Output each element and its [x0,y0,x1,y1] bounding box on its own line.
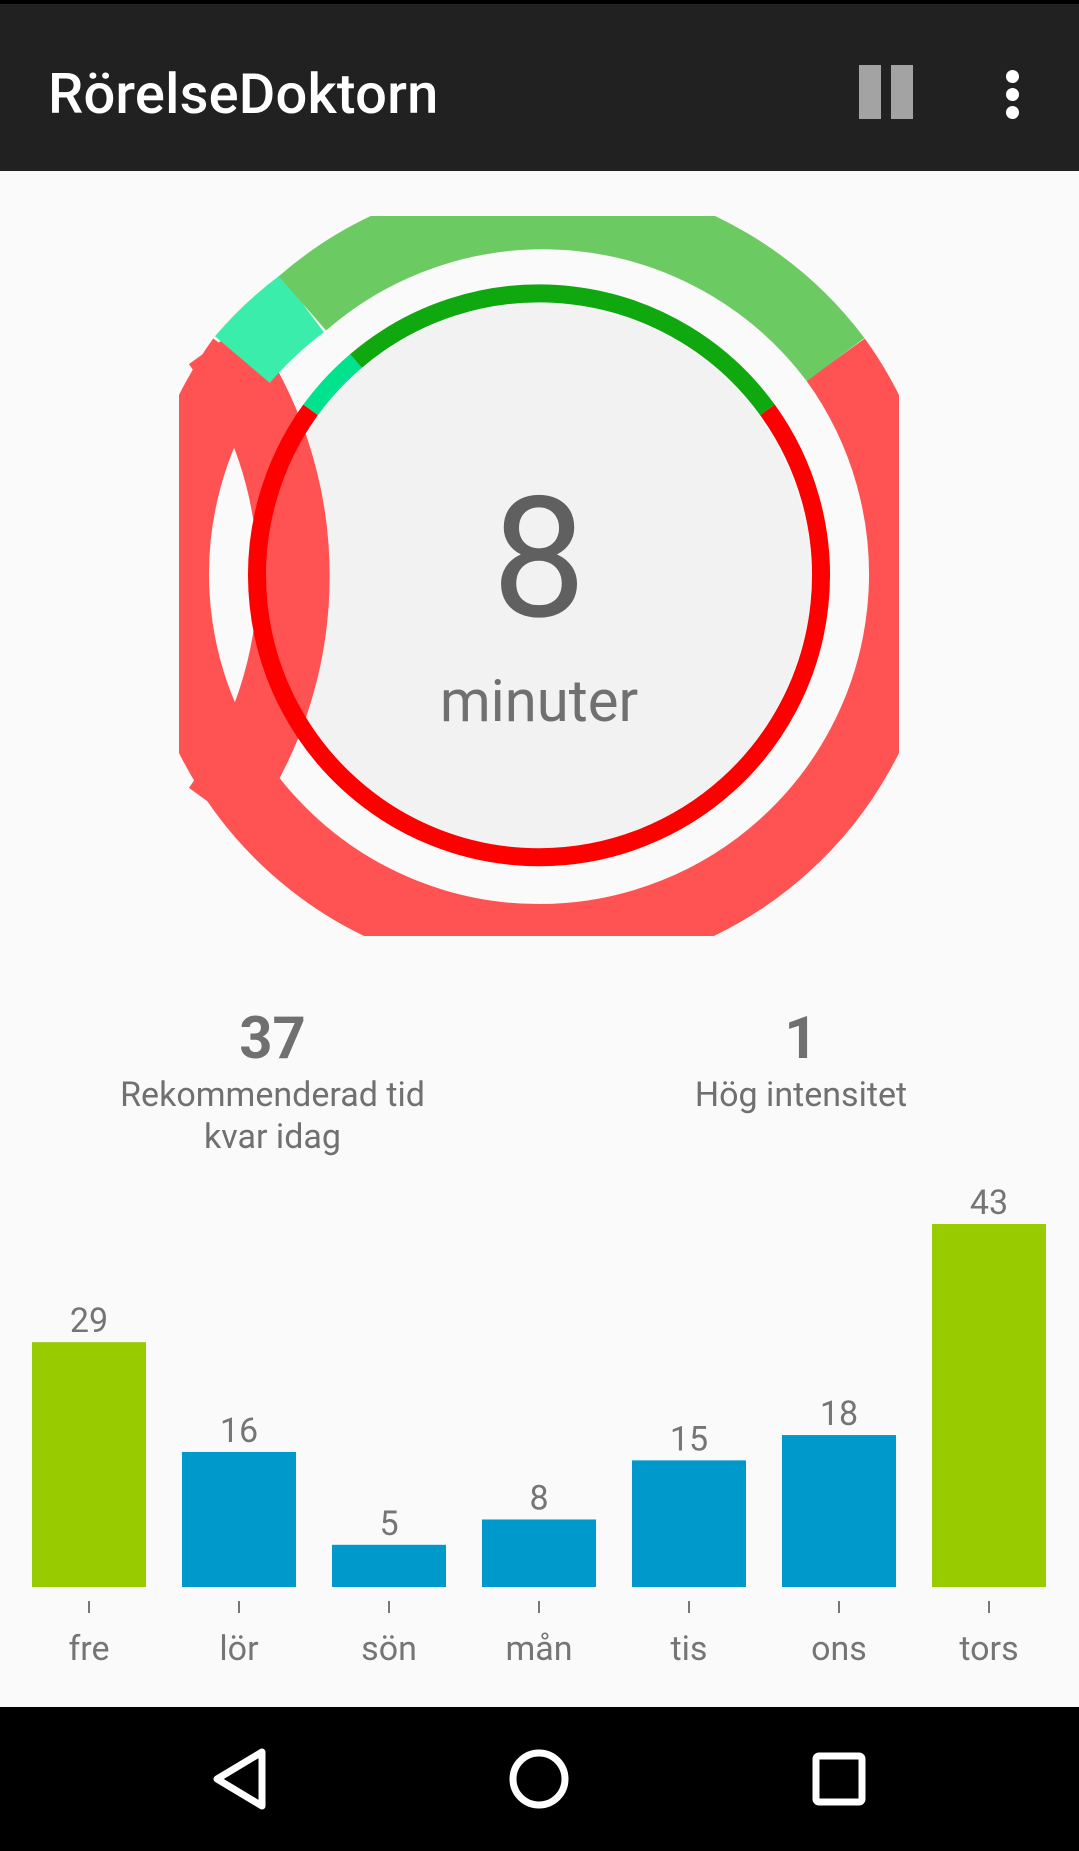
back-triangle-icon [213,1748,266,1810]
bar-sön [332,1544,446,1587]
bar-tors [932,1224,1046,1587]
x-tick-label: lör [219,1629,259,1669]
high-intensity-stat: 1 Hög intensitet [660,1004,942,1116]
remaining-time-label-line1: Rekommenderad tid [120,1075,425,1115]
nav-recents-button[interactable] [794,1734,884,1824]
nav-back-button[interactable] [195,1734,285,1824]
remaining-time-value: 37 [239,1005,306,1073]
x-tick-label: mån [505,1629,572,1669]
app-title: RörelseDoktorn [48,61,439,127]
overflow-menu-button[interactable] [982,48,1042,136]
nav-home-button[interactable] [494,1734,584,1824]
bar-value-label: 18 [820,1394,858,1434]
activity-ring: 8 minuter [179,216,899,936]
bar-ons [782,1435,896,1587]
bar-value-label: 15 [670,1419,708,1459]
bar-value-label: 43 [970,1183,1008,1223]
bar-lör [182,1451,296,1587]
bar-value-label: 5 [379,1504,398,1544]
bar-value-label: 29 [70,1301,108,1341]
high-intensity-label: Hög intensitet [694,1075,908,1115]
recents-square-icon [812,1752,866,1806]
bar-value-label: 8 [529,1478,548,1518]
remaining-time-stat: 37 Rekommenderad tid kvar idag [100,1004,445,1158]
x-tick-label: tis [671,1629,708,1669]
home-circle-icon [509,1749,569,1809]
bar-fre [32,1342,146,1587]
ring-high-outer [214,274,325,384]
bar-value-label: 16 [220,1411,258,1451]
x-tick-label: fre [68,1629,109,1669]
system-nav-bar [0,1707,1079,1851]
x-tick-label: ons [811,1629,867,1669]
high-intensity-value: 1 [784,1005,818,1073]
minutes-unit: minuter [440,668,638,736]
x-tick-label: sön [361,1629,417,1669]
pause-button[interactable] [842,48,930,136]
bar-mån [482,1519,596,1587]
app-bar: RörelseDoktorn [0,4,1079,171]
bar-tis [632,1460,746,1587]
remaining-time-label-line2: kvar idag [204,1117,341,1157]
x-tick-label: tors [959,1629,1018,1669]
weekly-bar-chart: 29 fre 16 lör 5 sön 8 mån 15 tis 18 ons 43 tors [32,1183,1046,1669]
minutes-value: 8 [492,461,586,658]
